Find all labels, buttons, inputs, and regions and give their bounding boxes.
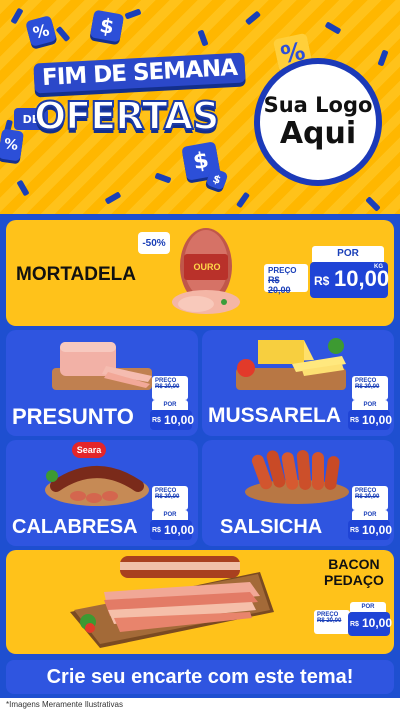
header-banner: % $ % $ % $ FIM DE SEMANA DE OFERTAS Sua… xyxy=(0,0,400,214)
price-box: R$ 10,00 xyxy=(348,520,393,540)
dollar-symbol: $ xyxy=(191,147,211,175)
dollar-symbol: $ xyxy=(211,171,223,187)
preco-box: PREÇO R$ 20,00 xyxy=(264,264,308,295)
presunto-image xyxy=(52,342,152,390)
old-price: R$ 20,00 xyxy=(317,618,342,624)
confetti xyxy=(244,10,262,26)
product-name-line1: BACON xyxy=(328,556,380,572)
old-price: R$ 20,00 xyxy=(155,384,180,390)
product-card-bacon[interactable]: BACON PEDAÇO PREÇO R$ 20,00 POR R$ 10,00 xyxy=(6,550,394,654)
confetti xyxy=(10,7,24,25)
salsicha-image xyxy=(245,450,349,504)
old-price: R$ 20,00 xyxy=(355,494,380,500)
brand-label: OURO xyxy=(193,262,221,272)
dollar-cube-icon: $ xyxy=(89,9,125,43)
preco-box: PREÇO R$ 20,00 xyxy=(352,486,388,510)
currency: R$ xyxy=(350,417,359,424)
preco-box: PREÇO R$ 20,00 xyxy=(152,486,188,510)
product-card-mortadela[interactable]: MORTADELA OURO PREÇO R$ 20,00 POR R$ 10,… xyxy=(6,220,394,326)
create-flyer-button[interactable]: Crie seu encarte com este tema! xyxy=(6,660,394,694)
confetti xyxy=(377,49,389,67)
product-name: CALABRESA xyxy=(12,516,138,538)
unit: KG xyxy=(374,264,383,270)
currency: R$ xyxy=(350,621,359,628)
confetti xyxy=(55,25,71,43)
title-line1: FIM DE SEMANA xyxy=(33,52,246,94)
price-box: R$ 10,00 xyxy=(348,410,393,430)
price-value: 10,00 xyxy=(362,523,393,537)
preco-box: PREÇO R$ 20,00 xyxy=(314,610,350,634)
product-name: MUSSARELA xyxy=(208,404,342,427)
price-box: R$ 10,00 xyxy=(150,520,195,540)
preco-label: PREÇO xyxy=(268,266,297,275)
price-box: R$ 10,00 KG xyxy=(310,262,389,298)
discount-badge: -50% xyxy=(138,232,170,254)
confetti xyxy=(365,196,381,212)
preco-box: PREÇO R$ 20,00 xyxy=(352,376,388,400)
currency: R$ xyxy=(350,527,359,534)
price-value: 10,00 xyxy=(164,413,195,427)
price-value: 10,00 xyxy=(362,616,393,630)
price-value: 10,00 xyxy=(362,413,393,427)
logo-placeholder[interactable]: Sua Logo Aqui xyxy=(254,58,382,186)
product-name: MORTADELA xyxy=(16,264,136,285)
por-label: POR xyxy=(152,510,188,520)
product-name-line2: PEDAÇO xyxy=(324,572,384,588)
price-box: R$ 10,00 xyxy=(348,612,393,636)
confetti xyxy=(124,8,142,20)
price-box: R$ 10,00 xyxy=(150,410,195,430)
product-card-mussarela[interactable]: MUSSARELA PREÇO R$ 20,00 POR R$ 10,00 xyxy=(202,330,394,436)
currency: R$ xyxy=(152,527,161,534)
por-label: POR xyxy=(152,400,188,410)
por-label: POR xyxy=(352,510,388,520)
product-name: BACON PEDAÇO xyxy=(324,556,384,588)
product-card-calabresa[interactable]: Seara CALABRESA PREÇO R$ 20,00 POR R$ 10… xyxy=(6,440,198,546)
calabresa-image xyxy=(45,466,149,506)
product-name: SALSICHA xyxy=(220,516,323,538)
old-price: R$ 20,00 xyxy=(155,494,180,500)
confetti xyxy=(16,179,30,197)
old-price: R$ 20,00 xyxy=(268,275,291,295)
product-card-salsicha[interactable]: SALSICHA PREÇO R$ 20,00 POR R$ 10,00 xyxy=(202,440,394,546)
percent-cube-icon: % xyxy=(0,128,24,162)
bacon-image xyxy=(70,556,274,648)
dollar-symbol: $ xyxy=(98,12,116,40)
old-price: R$ 20,00 xyxy=(355,384,380,390)
percent-cube-icon: % xyxy=(25,15,57,47)
confetti xyxy=(324,21,342,35)
por-label: POR xyxy=(352,400,388,410)
confetti xyxy=(154,172,172,184)
price-value: 10,00 xyxy=(164,523,195,537)
title-line2: OFERTAS xyxy=(33,93,221,139)
percent-symbol: % xyxy=(2,136,20,154)
currency: R$ xyxy=(314,274,330,288)
percent-symbol: % xyxy=(30,19,52,43)
confetti xyxy=(104,191,122,205)
logo-text-line2: Aqui xyxy=(279,116,357,151)
mussarela-image xyxy=(236,338,346,390)
logo-text-line1: Sua Logo xyxy=(263,93,373,117)
preco-box: PREÇO R$ 20,00 xyxy=(152,376,188,400)
disclaimer-text: *Imagens Meramente Ilustrativas xyxy=(0,698,400,712)
por-label: POR xyxy=(312,246,384,262)
product-card-presunto[interactable]: PRESUNTO PREÇO R$ 20,00 POR R$ 10,00 xyxy=(6,330,198,436)
product-name: PRESUNTO xyxy=(12,404,134,429)
currency: R$ xyxy=(152,417,161,424)
confetti xyxy=(197,29,209,47)
confetti xyxy=(235,191,251,209)
por-label: POR xyxy=(350,602,386,612)
